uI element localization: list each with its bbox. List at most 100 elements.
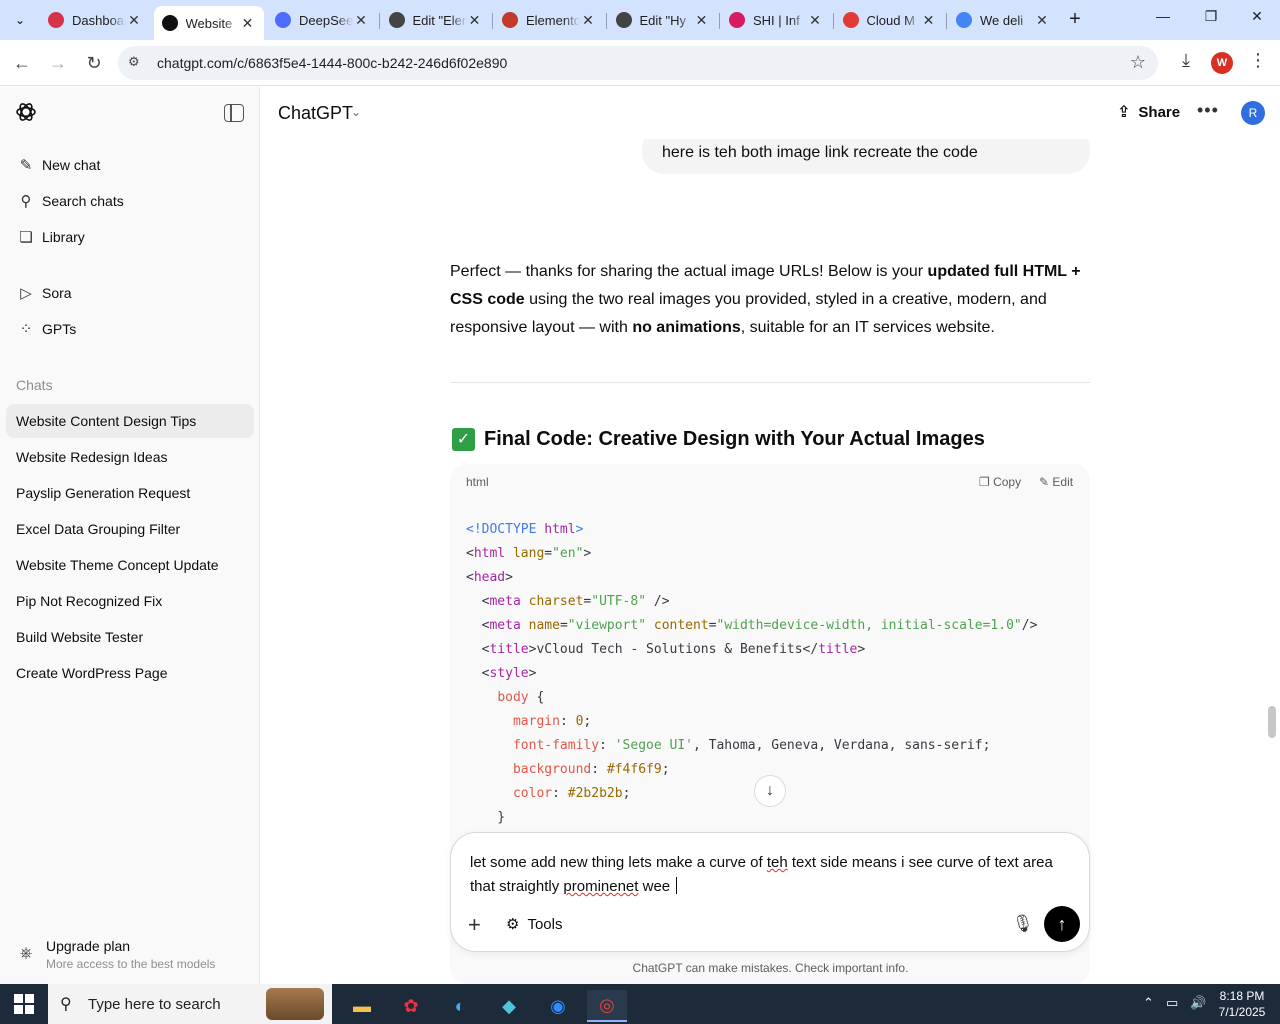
windows-start-icon[interactable] bbox=[14, 994, 34, 1014]
sidebar-item-label: Library bbox=[42, 229, 85, 245]
chat-history-item[interactable]: Payslip Generation Request bbox=[6, 476, 254, 510]
code-content: <!DOCTYPE html> <html lang="en"> <head> … bbox=[466, 522, 1038, 825]
chat-history-item[interactable]: Website Theme Concept Update bbox=[6, 548, 254, 582]
copy-code-button[interactable]: ❐ Copy bbox=[979, 475, 1021, 489]
browser-tab[interactable]: Dashboard✕ bbox=[40, 6, 150, 34]
browser-tab[interactable]: Edit "Hy ✕ bbox=[608, 6, 718, 34]
share-label: Share bbox=[1138, 103, 1181, 121]
share-icon: ⇪ bbox=[1117, 104, 1131, 121]
windows-taskbar: ⚲ Type here to search ▬ ✿ ◐ ◆ ◉ ◎ ⌃ ▭ 🔊 … bbox=[0, 984, 1280, 1024]
sidebar-item-new-chat[interactable]: ✎ New chat bbox=[6, 148, 254, 182]
site-info-icon[interactable]: ⚙ bbox=[128, 54, 146, 72]
url-text[interactable]: chatgpt.com/c/6863f5e4-1444-800c-b242-24… bbox=[157, 55, 507, 71]
file-explorer-icon[interactable]: ▬ bbox=[342, 990, 382, 1022]
zoom-icon[interactable]: ◉ bbox=[538, 990, 578, 1022]
bookmark-star-icon[interactable]: ☆ bbox=[1130, 52, 1146, 73]
openai-logo-icon[interactable] bbox=[14, 100, 38, 124]
message-composer[interactable]: let some add new thing lets make a curve… bbox=[450, 832, 1090, 952]
chevron-down-icon[interactable]: ⌄ bbox=[351, 105, 361, 119]
sidebar-item-search-chats[interactable]: ⚲ Search chats bbox=[6, 184, 254, 218]
microphone-icon[interactable]: 🎙 bbox=[1012, 914, 1034, 934]
reload-icon[interactable]: ↻ bbox=[82, 51, 106, 75]
tab-close-icon[interactable]: ✕ bbox=[921, 12, 937, 29]
user-message: here is teh both image link recreate the… bbox=[642, 139, 1090, 174]
download-icon[interactable]: ⤓ bbox=[1174, 50, 1198, 74]
search-highlight-image bbox=[266, 988, 324, 1020]
model-selector[interactable]: ChatGPT bbox=[278, 103, 353, 124]
library-icon: ❏ bbox=[19, 229, 33, 246]
chrome-icon[interactable]: ◎ bbox=[587, 990, 627, 1022]
sidebar-item-sora[interactable]: ▷ Sora bbox=[6, 276, 254, 310]
browser-tab[interactable]: SHI | Inf ✕ bbox=[721, 6, 831, 34]
tools-button[interactable]: ⚙ Tools bbox=[506, 915, 562, 934]
chat-history-item[interactable]: Build Website Tester bbox=[6, 620, 254, 654]
back-arrow-icon[interactable]: ← bbox=[10, 51, 34, 75]
tab-close-icon[interactable]: ✕ bbox=[240, 15, 256, 32]
disclaimer: ChatGPT can make mistakes. Check importa… bbox=[632, 961, 909, 975]
favicon-icon bbox=[729, 12, 745, 28]
sidebar-item-gpts[interactable]: ⁘ GPTs bbox=[6, 312, 254, 346]
tab-close-icon[interactable]: ✕ bbox=[807, 12, 823, 29]
play-icon: ▷ bbox=[20, 285, 32, 302]
main-header: ChatGPT ⌄ ⇪ Share ••• R bbox=[261, 87, 1280, 139]
tab-search-chevron-icon[interactable]: ⌄ bbox=[6, 8, 34, 32]
tab-separator bbox=[946, 13, 947, 29]
tab-close-icon[interactable]: ✕ bbox=[694, 12, 710, 29]
send-button[interactable]: ↑ bbox=[1044, 906, 1080, 942]
browser-tab[interactable]: Elementor ✕ bbox=[494, 6, 604, 34]
browser-tab[interactable]: We deli ✕ bbox=[948, 6, 1058, 34]
attach-plus-icon[interactable]: + bbox=[468, 912, 481, 938]
tab-close-icon[interactable]: ✕ bbox=[126, 12, 142, 29]
address-bar[interactable]: ⚙ chatgpt.com/c/6863f5e4-1444-800c-b242-… bbox=[118, 46, 1158, 80]
scroll-down-arrow-icon[interactable]: ↓ bbox=[754, 775, 786, 807]
upgrade-plan-button[interactable]: ⎈ Upgrade plan More access to the best m… bbox=[0, 927, 260, 984]
tab-close-icon[interactable]: ✕ bbox=[467, 12, 483, 29]
network-icon[interactable]: ▭ bbox=[1166, 995, 1178, 1011]
scrollbar-thumb[interactable] bbox=[1268, 706, 1276, 738]
sidebar-toggle-icon[interactable] bbox=[224, 104, 244, 122]
chat-history-item[interactable]: Pip Not Recognized Fix bbox=[6, 584, 254, 618]
browser-tab[interactable]: Edit "Elementor"✕ bbox=[381, 6, 491, 34]
prompt-input[interactable]: let some add new thing lets make a curve… bbox=[470, 851, 1070, 899]
app-icon[interactable]: ✿ bbox=[391, 990, 431, 1022]
tab-label: We deli bbox=[980, 12, 1024, 28]
browser-menu-icon[interactable]: ⋮ bbox=[1248, 50, 1268, 74]
sidebar-item-library[interactable]: ❏ Library bbox=[6, 220, 254, 254]
tab-separator bbox=[378, 13, 380, 29]
browser-tab[interactable]: DeepSeek✕ bbox=[267, 6, 377, 34]
favicon-icon bbox=[275, 12, 291, 28]
clock[interactable]: 8:18 PM 7/1/2025 bbox=[1214, 988, 1270, 1020]
tab-close-icon[interactable]: ✕ bbox=[353, 12, 369, 29]
user-avatar[interactable]: R bbox=[1241, 101, 1265, 125]
favicon-icon bbox=[161, 15, 178, 31]
forward-arrow-icon[interactable]: → bbox=[46, 51, 70, 75]
app-icon[interactable]: ◆ bbox=[489, 990, 529, 1022]
share-button[interactable]: ⇪ Share bbox=[1117, 102, 1180, 122]
browser-profile-avatar[interactable]: W bbox=[1211, 52, 1233, 74]
pencil-icon: ✎ bbox=[19, 157, 33, 174]
taskbar-search[interactable]: ⚲ Type here to search bbox=[48, 984, 332, 1024]
volume-icon[interactable]: 🔊 bbox=[1190, 995, 1206, 1011]
browser-tab[interactable]: Website ✕ bbox=[153, 6, 264, 40]
prompt-text: wee bbox=[638, 878, 675, 895]
search-icon: ⚲ bbox=[60, 996, 72, 1013]
clock-time: 8:18 PM bbox=[1219, 989, 1265, 1003]
close-window-icon[interactable]: ✕ bbox=[1234, 8, 1280, 32]
chat-history-item[interactable]: Create WordPress Page bbox=[6, 656, 254, 690]
minimize-icon[interactable]: — bbox=[1140, 8, 1186, 32]
more-options-icon[interactable]: ••• bbox=[1197, 100, 1219, 121]
misspelled-word: prominenet bbox=[563, 878, 639, 895]
browser-tab[interactable]: Cloud M ✕ bbox=[835, 6, 945, 34]
chat-history-item[interactable]: Website Redesign Ideas bbox=[6, 440, 254, 474]
tab-close-icon[interactable]: ✕ bbox=[580, 12, 596, 29]
tab-close-icon[interactable]: ✕ bbox=[1034, 12, 1050, 29]
restore-icon[interactable]: ❐ bbox=[1188, 8, 1234, 32]
edge-icon[interactable]: ◐ bbox=[440, 990, 480, 1022]
tray-chevron-icon[interactable]: ⌃ bbox=[1143, 995, 1154, 1011]
chat-history-item[interactable]: Website Content Design Tips bbox=[6, 404, 254, 438]
chat-history-item[interactable]: Excel Data Grouping Filter bbox=[6, 512, 254, 546]
new-tab-plus-icon[interactable]: + bbox=[1064, 9, 1086, 31]
tab-label: Cloud M bbox=[866, 12, 915, 28]
edit-code-button[interactable]: ✎ Edit bbox=[1039, 475, 1073, 489]
edit-label: Edit bbox=[1052, 475, 1074, 489]
